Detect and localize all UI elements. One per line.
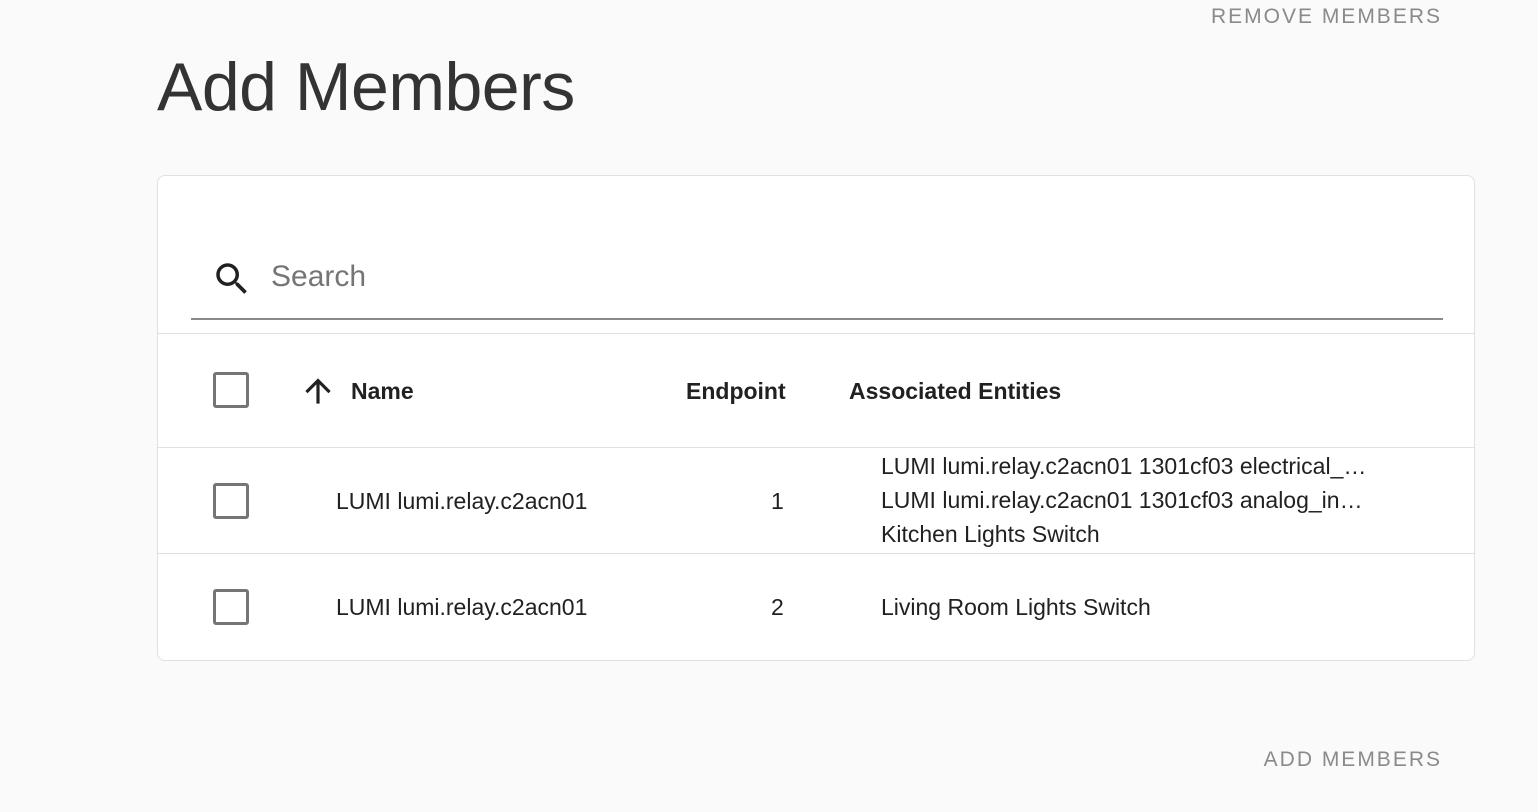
add-members-button[interactable]: ADD MEMBERS: [1264, 748, 1442, 772]
members-table-card: Name Endpoint Associated Entities LUMI l…: [157, 175, 1475, 661]
arrow-up-icon[interactable]: [299, 372, 337, 410]
row-divider: [158, 447, 1474, 448]
row-name: LUMI lumi.relay.c2acn01: [336, 488, 588, 514]
row-endpoint: 2: [771, 594, 784, 620]
select-all-checkbox[interactable]: [213, 372, 249, 408]
search-field: [191, 246, 1443, 320]
entity-item: LUMI lumi.relay.c2acn01 1301cf03 analog_…: [881, 487, 1363, 513]
column-header-name[interactable]: Name: [351, 378, 414, 405]
entity-item: Kitchen Lights Switch: [881, 521, 1100, 547]
header-divider: [158, 333, 1474, 334]
row-checkbox[interactable]: [213, 483, 249, 519]
associated-entities-list: Living Room Lights Switch: [881, 590, 1411, 624]
row-divider: [158, 553, 1474, 554]
search-input[interactable]: [271, 256, 1371, 298]
page-title: Add Members: [157, 49, 575, 125]
add-members-page: REMOVE MEMBERS Add Members Name Endpoint…: [0, 0, 1538, 812]
entity-item: LUMI lumi.relay.c2acn01 1301cf03 electri…: [881, 453, 1367, 479]
column-header-endpoint[interactable]: Endpoint: [686, 378, 786, 405]
entity-item: Living Room Lights Switch: [881, 594, 1151, 620]
search-icon: [216, 263, 247, 294]
associated-entities-list: LUMI lumi.relay.c2acn01 1301cf03 electri…: [881, 449, 1411, 551]
column-header-associated-entities[interactable]: Associated Entities: [849, 378, 1061, 405]
row-checkbox[interactable]: [213, 589, 249, 625]
remove-members-button[interactable]: REMOVE MEMBERS: [1211, 5, 1442, 29]
row-name: LUMI lumi.relay.c2acn01: [336, 594, 588, 620]
row-endpoint: 1: [771, 488, 784, 514]
